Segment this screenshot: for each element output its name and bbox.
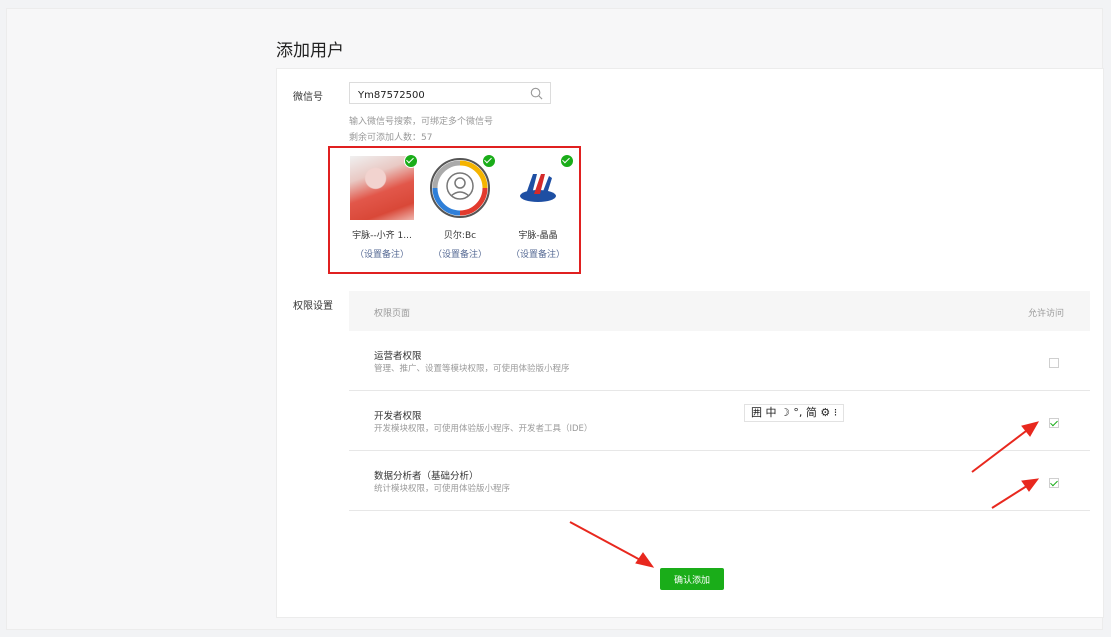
selected-users-highlight: 宇脉--小齐 1... （设置备注） 贝尔:Bc （设置备注） 宇脉-晶晶 （设… [328,146,581,274]
ime-toolbar[interactable]: 囲 中 ☽ °, 简 ⚙ ⁝ [744,404,845,422]
user-name: 宇脉--小齐 1... [352,231,412,241]
wechat-search-box[interactable] [349,82,551,106]
avatar [506,154,574,220]
col-header-allow: 允许访问 [1028,309,1065,319]
table-row: 运营者权限 管理、推广、设置等模块权限，可使用体验版小程序 [349,331,1090,391]
table-row: 数据分析者（基础分析） 统计模块权限，可使用体验版小程序 [349,451,1090,511]
page-title: 添加用户 [276,41,344,61]
user-card: 宇脉--小齐 1... （设置备注） [347,154,418,260]
selected-check-icon [560,154,574,168]
user-name: 贝尔:Bc [443,231,477,241]
permission-title: 运营者权限 [374,351,422,362]
selected-check-icon [482,154,496,168]
table-header: 权限页面 允许访问 [349,291,1090,331]
col-header-page: 权限页面 [374,309,411,319]
user-card: 贝尔:Bc （设置备注） [425,154,496,260]
table-row: 开发者权限 开发模块权限，可使用体验版小程序、开发者工具（IDE） [349,391,1090,451]
permissions-table: 权限页面 允许访问 运营者权限 管理、推广、设置等模块权限，可使用体验版小程序 … [349,291,1090,511]
avatar-logo-icon [430,158,490,218]
permission-title: 数据分析者（基础分析） [374,471,479,482]
permission-desc: 开发模块权限，可使用体验版小程序、开发者工具（IDE） [374,424,593,434]
set-note-link[interactable]: （设置备注） [347,247,417,260]
set-note-link[interactable]: （设置备注） [503,247,573,260]
avatar [350,154,418,220]
permissions-label: 权限设置 [293,301,333,312]
wechat-search-input[interactable] [350,85,528,106]
wechat-label: 微信号 [293,92,323,103]
permission-desc: 管理、推广、设置等模块权限，可使用体验版小程序 [374,364,570,374]
confirm-add-button[interactable]: 确认添加 [660,568,724,590]
selected-check-icon [404,154,418,168]
allow-checkbox[interactable] [1049,478,1059,488]
permission-title: 开发者权限 [374,411,422,422]
allow-checkbox[interactable] [1049,358,1059,368]
set-note-link[interactable]: （设置备注） [425,247,495,260]
remaining-count: 剩余可添加人数：57 [349,133,433,143]
permission-desc: 统计模块权限，可使用体验版小程序 [374,484,511,494]
search-icon[interactable] [530,87,543,100]
avatar [428,154,496,220]
wechat-hint: 输入微信号搜索，可绑定多个微信号 [349,117,494,127]
allow-checkbox[interactable] [1049,418,1059,428]
avatar-photo [350,156,414,220]
user-name: 宇脉-晶晶 [518,231,558,241]
user-card: 宇脉-晶晶 （设置备注） [503,154,574,260]
avatar-logo-icon [506,156,570,220]
